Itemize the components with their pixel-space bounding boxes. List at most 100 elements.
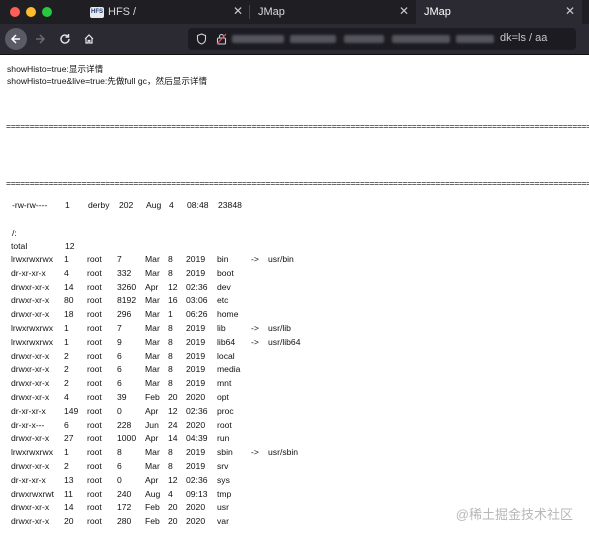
listing-day: 12 <box>168 405 178 416</box>
listing-perm: dr-xr-xr-x <box>11 405 46 416</box>
listing-name: etc <box>217 295 229 306</box>
reload-icon <box>60 34 70 44</box>
hfs-favicon-icon: HFS <box>90 6 104 18</box>
listing-month: Mar <box>145 254 160 264</box>
tab-hfs[interactable]: HFS HFS / ✕ <box>84 0 250 24</box>
url-text: dk=ls / aa <box>500 32 548 44</box>
tab-close-icon[interactable]: ✕ <box>233 4 243 18</box>
listing-month: Mar <box>145 267 160 278</box>
listing-owner: root <box>87 364 102 375</box>
listing-owner: root <box>87 254 102 264</box>
listing-name: sys <box>217 474 230 485</box>
insecure-lock-icon[interactable] <box>216 33 227 45</box>
listing-month: Jun <box>145 419 159 430</box>
listing-perm: dr-xr-x--- <box>11 419 45 430</box>
listing-day: 20 <box>168 392 178 402</box>
listing-time: 2020 <box>186 516 206 527</box>
listing-size: 228 <box>117 419 132 430</box>
tab-jmap-1[interactable]: JMap ✕ <box>250 0 416 24</box>
listing-time: 2019 <box>186 378 206 389</box>
tab-close-icon[interactable]: ✕ <box>399 4 409 18</box>
tab-jmap-2-label: JMap <box>424 6 451 18</box>
listing-day: 8 <box>168 447 173 458</box>
listing-size: 7 <box>117 323 122 333</box>
close-window-button[interactable] <box>10 7 20 17</box>
listing-size: 240 <box>117 488 132 499</box>
listing-day: 16 <box>168 295 178 306</box>
listing-month: Mar <box>145 378 160 389</box>
home-button[interactable] <box>78 28 100 50</box>
listing-day: 20 <box>168 516 178 527</box>
listing-size: 7 <box>117 254 122 264</box>
listing-month: Mar <box>145 447 160 458</box>
listing-size: 280 <box>117 516 132 527</box>
listing-day: 14 <box>168 433 178 444</box>
listing-links: 6 <box>64 419 69 430</box>
listing-links: 11 <box>64 488 73 499</box>
listing-name: var <box>217 516 229 527</box>
listing-size: 39 <box>117 392 127 402</box>
listing-time: 02:36 <box>186 281 208 292</box>
listing-name: srv <box>217 461 229 471</box>
listing-links: 2 <box>64 461 69 471</box>
redacted-url <box>344 35 384 43</box>
back-arrow-icon <box>10 34 20 44</box>
listing-arrow: -> <box>251 254 259 264</box>
listing-month: Feb <box>145 392 160 402</box>
forward-button[interactable] <box>29 28 51 50</box>
listing-owner: root <box>87 474 102 485</box>
back-button[interactable] <box>5 28 27 50</box>
listing-owner: root <box>87 267 102 278</box>
listing-perm: drwxr-xr-x <box>11 309 50 320</box>
listing-day: 8 <box>168 267 173 278</box>
listing-size: 6 <box>117 378 122 389</box>
listing-month: Apr <box>145 281 159 292</box>
shield-icon[interactable] <box>196 33 207 45</box>
help-line-1: showHisto=true:显示详情 <box>7 64 104 74</box>
tab-close-icon[interactable]: ✕ <box>565 4 575 18</box>
listing-time: 2019 <box>186 461 206 471</box>
listing-size: 172 <box>117 502 132 513</box>
listing-name: mnt <box>217 378 232 389</box>
listing-month: Aug <box>145 488 161 499</box>
listing-links: 14 <box>64 281 74 292</box>
listing-time: 2019 <box>186 364 206 375</box>
listing-perm: drwxr-xr-x <box>11 378 50 389</box>
listing-time: 09:13 <box>186 488 208 499</box>
listing-arrow: -> <box>251 323 259 333</box>
listing-owner: root <box>87 350 102 361</box>
listing-links: 80 <box>64 295 74 306</box>
listing-perm: lrwxrwxrwx <box>11 336 54 347</box>
listing-owner: root <box>87 502 102 513</box>
redacted-url <box>456 35 494 43</box>
listing-links: 20 <box>64 516 74 527</box>
listing-name: usr <box>217 502 229 513</box>
minimize-window-button[interactable] <box>26 7 36 17</box>
listing-links: 1 <box>64 254 69 264</box>
listing-links: 13 <box>64 474 74 485</box>
listing-owner: root <box>87 405 102 416</box>
listing-time: 2020 <box>186 392 206 402</box>
listing-perm: dr-xr-xr-x <box>11 267 46 278</box>
listing-day: 8 <box>168 336 173 347</box>
listing-time: 03:06 <box>186 295 208 306</box>
listing-time: 02:36 <box>186 405 208 416</box>
url-bar[interactable]: dk=ls / aa <box>188 28 576 50</box>
listing-links: 4 <box>64 392 69 402</box>
reload-button[interactable] <box>54 28 76 50</box>
listing-links: 4 <box>64 267 69 278</box>
listing-name: media <box>217 364 241 375</box>
listing-name: local <box>217 350 235 361</box>
listing-owner: root <box>87 447 102 458</box>
listing-perm: drwxr-xr-x <box>11 364 50 375</box>
listing-perm: drwxr-xr-x <box>11 461 50 471</box>
listing-perm: drwxr-xr-x <box>11 502 50 513</box>
listing-time: 02:36 <box>186 474 208 485</box>
listing-month: Mar <box>145 350 160 361</box>
maximize-window-button[interactable] <box>42 7 52 17</box>
listing-time: 2019 <box>186 254 206 264</box>
listing-time: 2020 <box>186 502 206 513</box>
tab-jmap-2[interactable]: JMap ✕ <box>416 0 582 24</box>
listing-links: 18 <box>64 309 74 320</box>
listing-time: 06:26 <box>186 309 208 320</box>
